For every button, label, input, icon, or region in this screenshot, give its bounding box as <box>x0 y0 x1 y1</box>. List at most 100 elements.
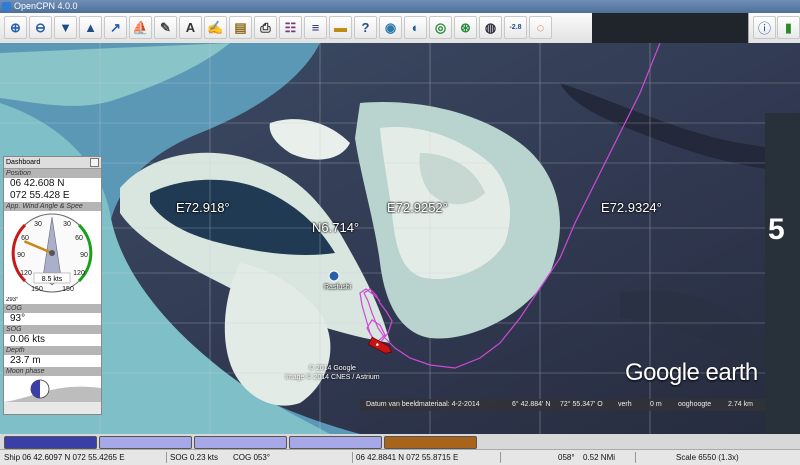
cog-value: 93° <box>4 313 101 325</box>
chart-bar-tab[interactable] <box>99 436 192 449</box>
place-marker[interactable] <box>328 270 340 282</box>
wind-angle-readout: 293° <box>4 297 101 304</box>
moon-phase-graphic <box>4 379 101 402</box>
measure-button[interactable]: ✎ <box>154 16 177 39</box>
compass-icon: ⊛ <box>460 19 471 35</box>
signal-strength-icon: ▮ <box>784 19 793 35</box>
depth-value: 23.7 m <box>4 355 101 367</box>
signal-strength-button[interactable]: ▮ <box>777 16 800 39</box>
globe-icon: ◍ <box>484 19 497 35</box>
color-scheme-button[interactable]: ▬ <box>329 16 352 39</box>
globe-button[interactable]: ◍ <box>479 16 502 39</box>
status-cog: COG 053° <box>233 453 270 462</box>
meridian-label-1: E72.918° <box>176 200 230 215</box>
tide-button[interactable]: -2.8 <box>504 16 527 39</box>
meridian-label-3: E72.9324° <box>601 200 662 215</box>
imagery-date: Datum van beeldmateriaal: 4-2-2014 <box>366 401 480 408</box>
depth-label: Depth <box>4 346 101 355</box>
status-distance: 0.52 NMi <box>583 453 616 462</box>
chart-canvas[interactable]: E72.918° E72.9252° E72.9324° N6.714° Ras… <box>0 43 800 434</box>
title-bar: OpenCPN 4.0.0 <box>0 0 800 13</box>
imagery-info-bar: Datum van beeldmateriaal: 4-2-2014 6° 42… <box>360 399 768 411</box>
dial-label-150-stbd: 150 <box>62 286 74 293</box>
info-latitude: 6° 42.884' N <box>512 401 551 408</box>
wind-angle-gauge: 8.5 kts 30 30 60 60 90 90 120 120 150 15… <box>11 213 93 293</box>
chart-bar-tab[interactable] <box>384 436 477 449</box>
chart-quilt-button[interactable]: ▤ <box>229 16 252 39</box>
dial-label-120-stbd: 120 <box>73 270 85 277</box>
status-ship-position: Ship 06 42.6097 N 072 55.4265 E <box>4 453 125 462</box>
route-button[interactable]: ↗ <box>104 16 127 39</box>
zoom-in-icon: ⊕ <box>10 19 21 35</box>
scale-out-icon: ▲ <box>84 20 97 35</box>
google-earth-button[interactable]: ◐ <box>404 16 427 39</box>
dial-label-90-stbd: 90 <box>80 252 88 259</box>
mob-icon: ≡ <box>311 20 320 35</box>
chart-quilt-icon: ▤ <box>234 19 247 35</box>
chart-edge-panel <box>765 113 800 434</box>
copyright-line-1: © 2014 Google <box>308 365 356 372</box>
sog-label: SOG <box>4 325 101 334</box>
status-cursor-position: 06 42.8841 N 072 55.8715 E <box>356 453 459 462</box>
google-earth-icon: ◐ <box>411 20 420 35</box>
chart-bar <box>0 434 800 449</box>
opencpn-app-icon <box>2 2 11 11</box>
dashboard-close-button[interactable] <box>90 158 99 167</box>
dashboard-title-bar[interactable]: Dashboard <box>4 157 101 169</box>
print-button[interactable]: ⎙ <box>254 16 277 39</box>
scale-in-icon: ▼ <box>59 20 72 35</box>
lifebuoy-button[interactable]: ◌ <box>529 16 552 39</box>
route-manager-button[interactable]: ☷ <box>279 16 302 39</box>
ship-icon: ⛵ <box>132 19 149 35</box>
dial-label-60-stbd: 60 <box>75 235 83 242</box>
chart-bar-tab[interactable] <box>289 436 382 449</box>
info-eye-label: ooghoogte <box>678 401 712 408</box>
radar-button[interactable]: ◎ <box>429 16 452 39</box>
chart-bar-tab[interactable] <box>4 436 97 449</box>
wind-label: App. Wind Angle & Spee <box>4 202 101 211</box>
wind-speed: 8.5 kts <box>42 276 63 283</box>
window-title: OpenCPN 4.0.0 <box>14 1 78 11</box>
sog-value: 0.06 kts <box>4 334 101 346</box>
color-scheme-icon: ▬ <box>334 20 347 35</box>
imagery-copyright: © 2014 Google Image © 2014 CNES / Astriu… <box>285 364 380 382</box>
dial-label-30-port: 30 <box>34 221 42 228</box>
status-scale: Scale 6550 (1.3x) <box>676 453 739 462</box>
help-button[interactable]: ? <box>354 16 377 39</box>
ship-button[interactable]: ⛵ <box>129 16 152 39</box>
mob-button[interactable]: ≡ <box>304 16 327 39</box>
wind-dial-panel: 8.5 kts 30 30 60 60 90 90 120 120 150 15… <box>4 211 101 297</box>
compass-button[interactable]: ⊛ <box>454 16 477 39</box>
main-toolbar: ⊕ ⊖ ▼ ▲ ↗ ⛵ ✎ A ✍ ▤ ⎙ ☷ ≡ ▬? ◉ ◐ ◎ ⊛ ◍ -2.8 ◌ <box>0 13 592 44</box>
world-chart-button[interactable]: ◉ <box>379 16 402 39</box>
dashboard-panel[interactable]: Dashboard Position 06 42.608 N 072 55.42… <box>3 156 102 415</box>
ais-icon: A <box>185 20 196 35</box>
status-bearing: 058° <box>558 453 575 462</box>
print-icon: ⎙ <box>260 19 271 35</box>
track-button[interactable]: ✍ <box>204 16 227 39</box>
copyright-line-2: Image © 2014 CNES / Astrium <box>285 374 380 381</box>
info-verh: verh <box>618 401 632 408</box>
scale-in-button[interactable]: ▼ <box>54 16 77 39</box>
status-sog: SOG 0.23 kts <box>170 453 219 462</box>
scale-out-button[interactable]: ▲ <box>79 16 102 39</box>
moon-phase-label: Moon phase <box>4 367 101 376</box>
radar-icon: ◎ <box>434 19 447 35</box>
info-elevation: 0 m <box>650 401 662 408</box>
lifebuoy-icon: ◌ <box>536 20 545 35</box>
chart-bar-tab[interactable] <box>194 436 287 449</box>
zoom-in-button[interactable]: ⊕ <box>4 16 27 39</box>
north-up-icon: ⓘ <box>757 21 771 36</box>
zoom-out-button[interactable]: ⊖ <box>29 16 52 39</box>
measure-icon: ✎ <box>160 19 171 35</box>
track-icon: ✍ <box>207 19 224 35</box>
dial-label-150-port: 150 <box>31 286 43 293</box>
moon-phase-panel <box>4 376 101 402</box>
status-toolbar: ⓘ ▮ <box>748 13 800 43</box>
info-longitude: 72° 55.347' O <box>560 401 603 408</box>
info-eye-altitude: 2.74 km <box>728 401 753 408</box>
dial-label-30-stbd: 30 <box>63 221 71 228</box>
help-icon: ? <box>361 20 370 35</box>
north-up-button[interactable]: ⓘ <box>753 16 776 39</box>
ais-button[interactable]: A <box>179 16 202 39</box>
